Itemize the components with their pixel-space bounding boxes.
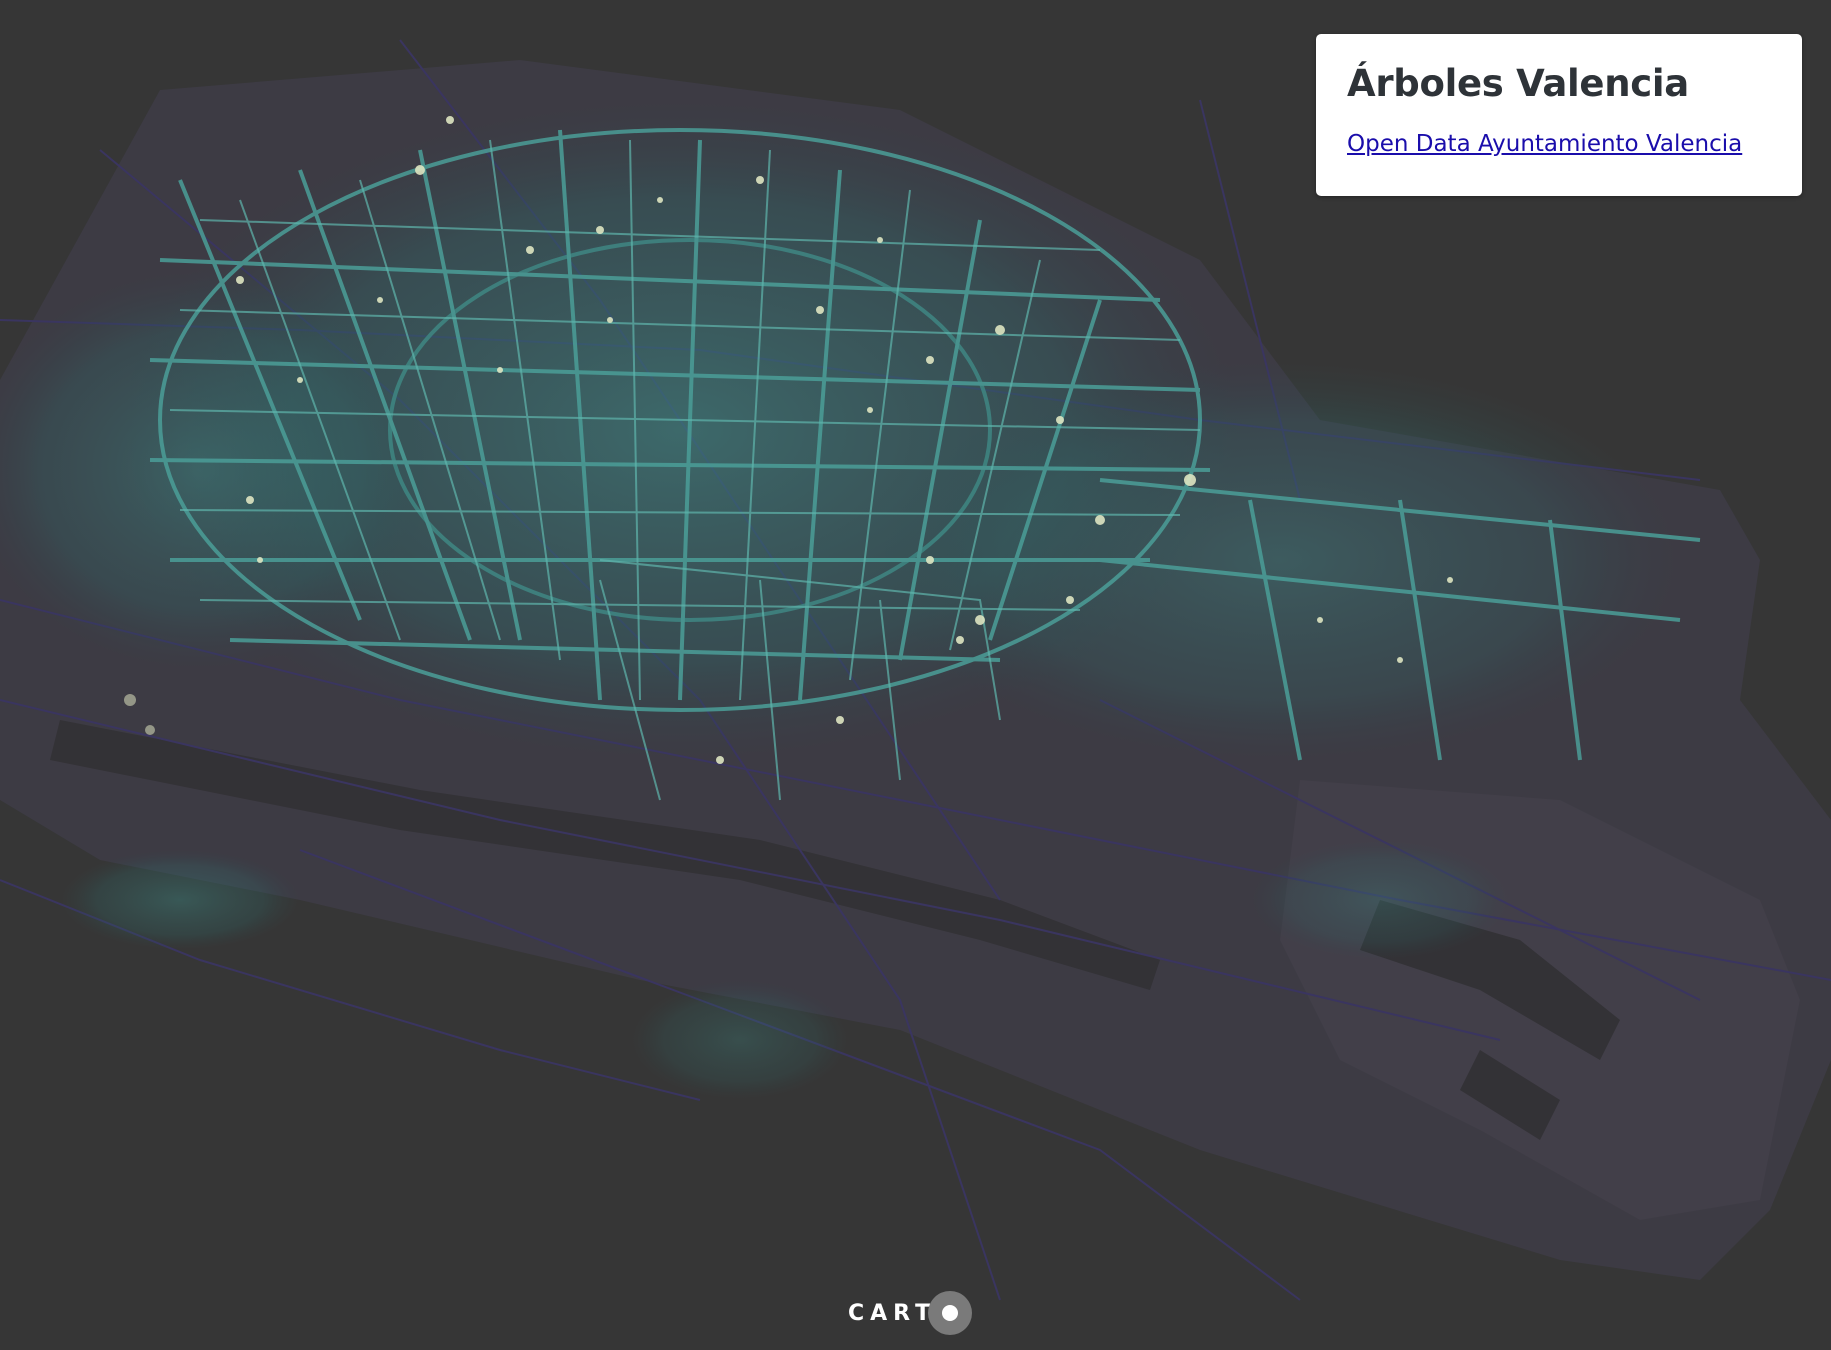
open-data-link[interactable]: Open Data Ayuntamiento Valencia [1347, 131, 1742, 157]
map-layer [0, 39, 1831, 1301]
carto-logo-icon[interactable]: CART [848, 1289, 973, 1337]
carto-circle-icon [928, 1291, 973, 1335]
info-panel: Árboles Valencia Open Data Ayuntamiento … [1316, 34, 1802, 196]
map-canvas[interactable] [0, 0, 1831, 1350]
map-title: Árboles Valencia [1347, 62, 1689, 105]
carto-logo-text: CART [848, 1300, 937, 1326]
carto-dot-icon [942, 1305, 959, 1321]
